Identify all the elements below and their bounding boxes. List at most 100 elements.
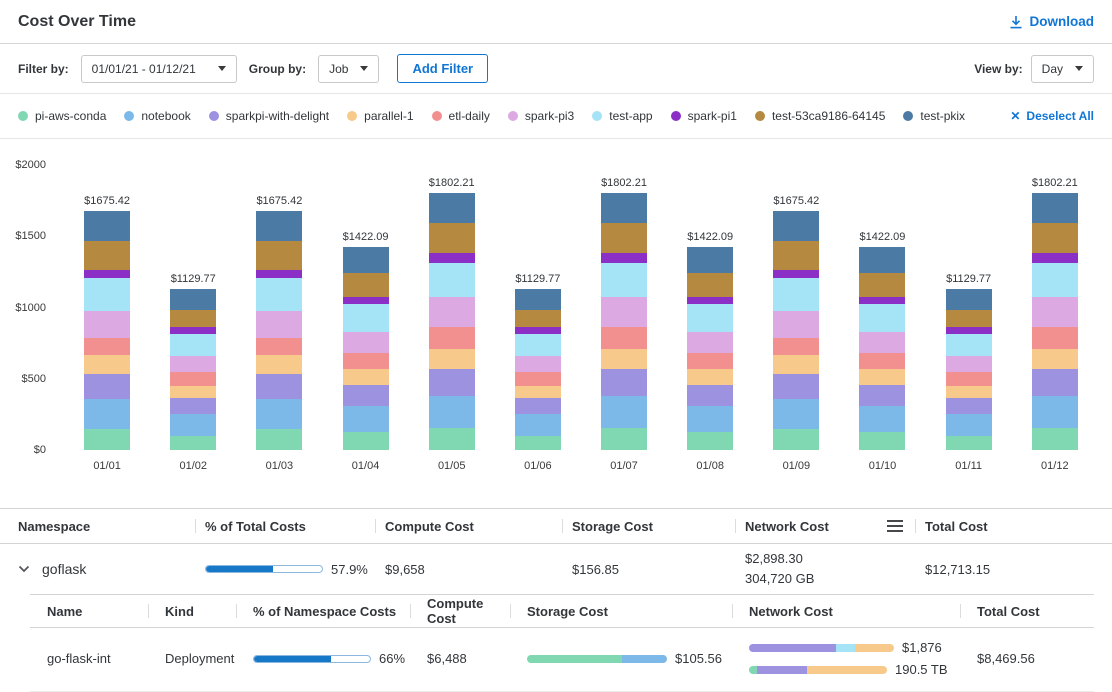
bar-segment-test-app (343, 304, 389, 332)
legend-item-sparkpi-with-delight[interactable]: sparkpi-with-delight (209, 109, 329, 123)
bar-segment-test-pkix (601, 193, 647, 223)
chart-bar-01/03[interactable]: $1675.4201/03 (256, 165, 302, 450)
legend-item-etl-daily[interactable]: etl-daily (432, 109, 490, 123)
col-header-total[interactable]: Total Cost (915, 509, 1094, 543)
bar-segment-spark-pi3 (687, 332, 733, 353)
col-header-kind[interactable]: Kind (148, 595, 236, 627)
col-header-compute[interactable]: Compute Cost (375, 509, 562, 543)
chart-bar-01/07[interactable]: $1802.2101/07 (601, 165, 647, 450)
chart-bar-01/12[interactable]: $1802.2101/12 (1032, 165, 1078, 450)
legend-label: notebook (141, 109, 190, 123)
bar-segment-pi-aws-conda (601, 428, 647, 450)
deselect-all-label: Deselect All (1026, 109, 1094, 123)
y-axis-tick: $0 (34, 444, 46, 456)
col-header-name[interactable]: Name (30, 595, 148, 627)
bar-segment-test-53ca9186-64145 (601, 223, 647, 254)
chart-bar-01/04[interactable]: $1422.0901/04 (343, 165, 389, 450)
legend-label: parallel-1 (364, 109, 413, 123)
bar-segment-spark-pi3 (515, 356, 561, 372)
chart-bar-01/11[interactable]: $1129.7701/11 (946, 165, 992, 450)
legend-item-parallel-1[interactable]: parallel-1 (347, 109, 413, 123)
legend-dot-icon (755, 111, 765, 121)
storage-cost-value: $105.56 (675, 651, 722, 666)
bar-segment-etl-daily (773, 338, 819, 355)
col-header-network[interactable]: Network Cost (735, 509, 915, 543)
bar-segment-test-app (1032, 263, 1078, 298)
download-button[interactable]: Download (1009, 14, 1095, 29)
col-header-network[interactable]: Network Cost (732, 595, 960, 627)
bar-segment-pi-aws-conda (773, 429, 819, 450)
chart-bar-01/10[interactable]: $1422.0901/10 (859, 165, 905, 450)
y-axis-tick: $2000 (15, 159, 46, 171)
legend-item-spark-pi3[interactable]: spark-pi3 (508, 109, 574, 123)
col-header-pct-namespace[interactable]: % of Namespace Costs (236, 595, 410, 627)
bar-total-label: $1802.21 (601, 177, 647, 189)
bar-segment-sparkpi-with-delight (601, 369, 647, 395)
bar-segment-test-pkix (687, 247, 733, 273)
bar-segment-spark-pi3 (946, 356, 992, 372)
chart-bar-01/01[interactable]: $1675.4201/01 (84, 165, 130, 450)
bar-segment-test-pkix (859, 247, 905, 273)
chart-bar-01/08[interactable]: $1422.0901/08 (687, 165, 733, 450)
workload-name[interactable]: go-flask-int (30, 651, 148, 666)
bar-segment-parallel-1 (515, 386, 561, 398)
legend-dot-icon (347, 111, 357, 121)
col-header-storage[interactable]: Storage Cost (510, 595, 732, 627)
date-range-dropdown[interactable]: 01/01/21 - 01/12/21 (81, 55, 237, 83)
bar-segment-notebook (1032, 396, 1078, 428)
col-header-namespace[interactable]: Namespace (18, 509, 195, 543)
col-header-storage[interactable]: Storage Cost (562, 509, 735, 543)
bar-segment-sparkpi-with-delight (773, 374, 819, 399)
group-by-value: Job (329, 62, 348, 76)
bar-segment-spark-pi1 (773, 270, 819, 279)
legend-dot-icon (903, 111, 913, 121)
legend-item-notebook[interactable]: notebook (124, 109, 190, 123)
legend-item-spark-pi1[interactable]: spark-pi1 (671, 109, 737, 123)
deselect-all-button[interactable]: ✕ Deselect All (1010, 109, 1094, 123)
group-by-dropdown[interactable]: Job (318, 55, 379, 83)
legend-item-pi-aws-conda[interactable]: pi-aws-conda (18, 109, 106, 123)
col-header-compute[interactable]: Compute Cost (410, 595, 510, 627)
bar-segment-pi-aws-conda (84, 429, 130, 450)
bar-segment-spark-pi1 (601, 253, 647, 262)
chevron-down-icon[interactable] (18, 565, 30, 573)
network-cost-value: $2,898.30 (745, 549, 915, 569)
namespace-cell[interactable]: goflask (18, 561, 195, 577)
pct-total-value: 57.9% (331, 562, 368, 577)
bar-segment-parallel-1 (773, 355, 819, 374)
bar-segment-sparkpi-with-delight (946, 398, 992, 414)
legend-label: test-53ca9186-64145 (772, 109, 885, 123)
legend-item-test-app[interactable]: test-app (592, 109, 652, 123)
chart-bars: $1675.4201/01$1129.7701/02$1675.4201/03$… (64, 165, 1098, 450)
bar-segment-test-app (601, 263, 647, 298)
pct-namespace-progress-bar (253, 655, 371, 663)
legend-label: sparkpi-with-delight (226, 109, 329, 123)
col-header-total[interactable]: Total Cost (960, 595, 1094, 627)
column-settings-icon[interactable] (887, 520, 903, 532)
bar-segment-etl-daily (170, 372, 216, 386)
legend-item-test-pkix[interactable]: test-pkix (903, 109, 965, 123)
view-by-label: View by: (974, 62, 1022, 76)
legend-label: etl-daily (449, 109, 490, 123)
bar-segment-pi-aws-conda (170, 436, 216, 450)
legend-dot-icon (18, 111, 28, 121)
chart-bar-01/05[interactable]: $1802.2101/05 (429, 165, 475, 450)
view-by-dropdown[interactable]: Day (1031, 55, 1094, 83)
network-cost-cell: $1,876 190.5 TB (732, 640, 960, 677)
bar-segment-test-53ca9186-64145 (170, 310, 216, 328)
bar-segment-test-53ca9186-64145 (773, 241, 819, 270)
legend-label: spark-pi3 (525, 109, 574, 123)
bar-total-label: $1675.42 (256, 195, 302, 207)
legend-label: test-pkix (920, 109, 965, 123)
bar-segment-spark-pi3 (84, 311, 130, 338)
bar-segment-test-app (859, 304, 905, 332)
legend-item-test-53ca9186-64145[interactable]: test-53ca9186-64145 (755, 109, 885, 123)
chart-bar-01/09[interactable]: $1675.4201/09 (773, 165, 819, 450)
bar-segment-pi-aws-conda (515, 436, 561, 450)
bar-segment-notebook (859, 406, 905, 432)
col-header-pct-total[interactable]: % of Total Costs (195, 509, 375, 543)
chart-bar-01/06[interactable]: $1129.7701/06 (515, 165, 561, 450)
bar-segment-pi-aws-conda (343, 432, 389, 450)
chart-bar-01/02[interactable]: $1129.7701/02 (170, 165, 216, 450)
add-filter-button[interactable]: Add Filter (397, 54, 488, 83)
